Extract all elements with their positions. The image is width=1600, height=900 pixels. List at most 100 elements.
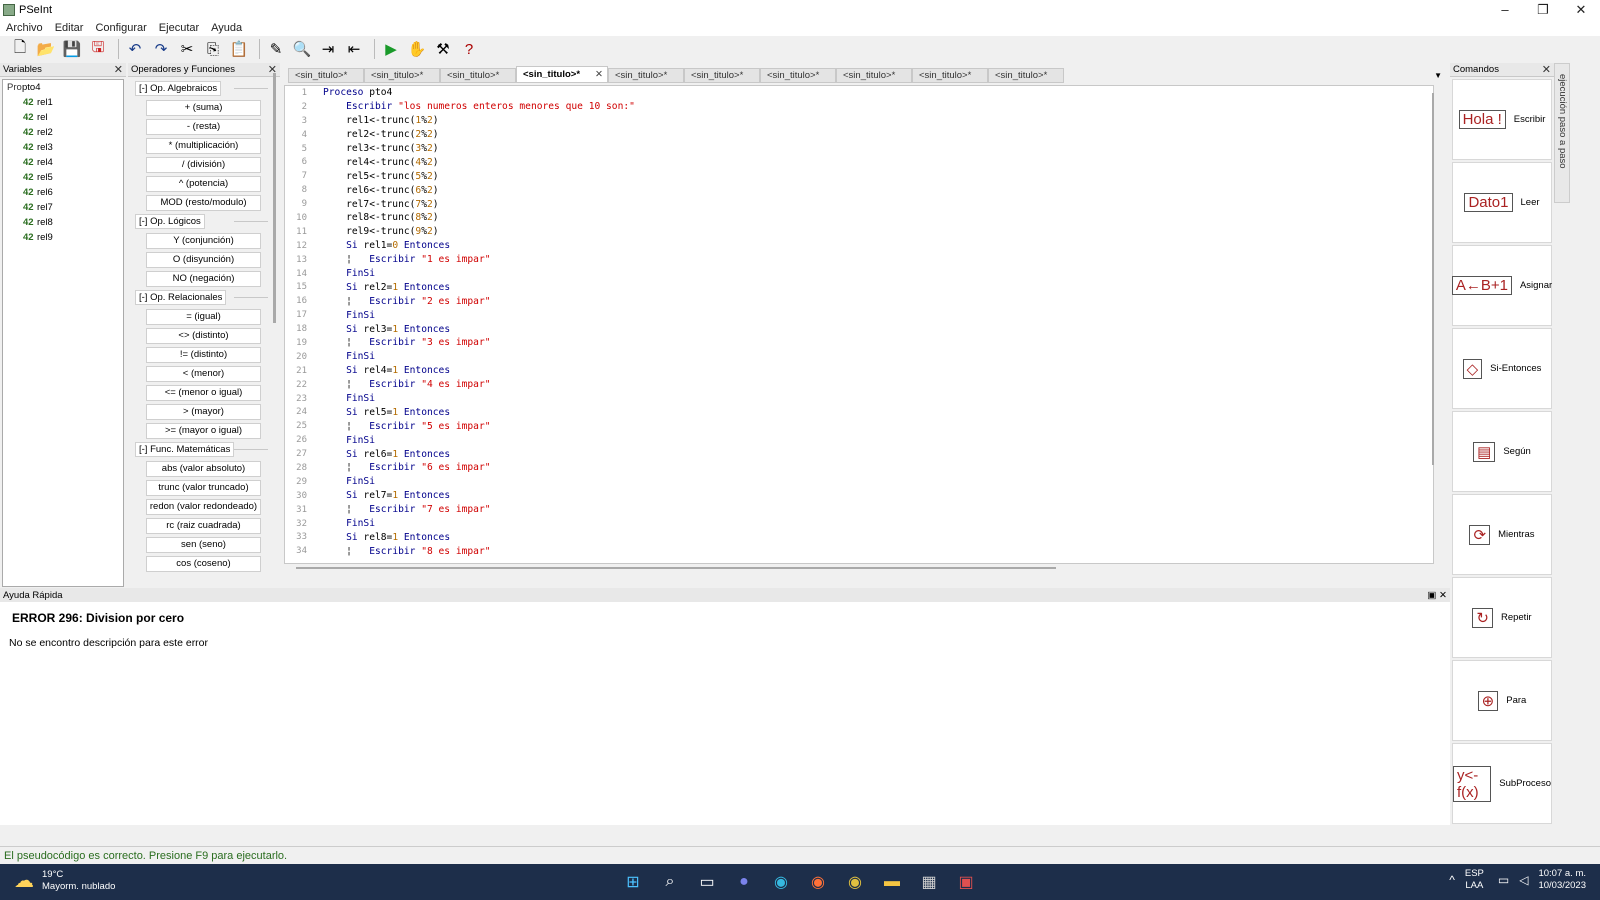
menu-ejecutar[interactable]: Ejecutar (153, 22, 205, 34)
indent-icon[interactable]: ⇥ (317, 38, 339, 60)
redo-icon[interactable]: ↷ (150, 38, 172, 60)
tab[interactable]: <sin_titulo>* (364, 68, 440, 83)
menu-configurar[interactable]: Configurar (89, 22, 152, 34)
search-icon[interactable]: ⌕ (657, 869, 683, 895)
operator-group-header[interactable]: [-] Op. Algebraicos (130, 79, 278, 98)
command-si-entonces[interactable]: ◇ Si-Entonces (1452, 328, 1552, 409)
operator-button[interactable]: Y (conjunción) (146, 232, 261, 249)
operator-button[interactable]: != (distinto) (146, 346, 261, 363)
operator-button[interactable]: redon (valor redondeado) (146, 498, 261, 515)
task-view-icon[interactable]: ▭ (694, 869, 720, 895)
variable-item[interactable]: 42 rel1 (3, 95, 123, 110)
minimize-button[interactable]: – (1486, 0, 1524, 19)
variable-item[interactable]: 42 rel8 (3, 215, 123, 230)
operator-button[interactable]: trunc (valor truncado) (146, 479, 261, 496)
operator-button[interactable]: ^ (potencia) (146, 175, 261, 192)
maximize-icon[interactable]: ▣ (1427, 590, 1436, 601)
operator-button[interactable]: <= (menor o igual) (146, 384, 261, 401)
operator-button[interactable]: * (multiplicación) (146, 137, 261, 154)
operator-button[interactable]: + (suma) (146, 99, 261, 116)
close-button[interactable]: ✕ (1562, 0, 1600, 19)
command-subproceso[interactable]: y<-f(x) SubProceso (1452, 743, 1552, 824)
close-icon[interactable]: ✕ (1542, 63, 1551, 76)
operator-button[interactable]: - (resta) (146, 118, 261, 135)
undo-icon[interactable]: ↶ (124, 38, 146, 60)
app-taskbar-icon[interactable]: ▣ (953, 869, 979, 895)
language-indicator[interactable]: ESP LAA (1465, 868, 1484, 892)
variable-root[interactable]: Pro pto4 (3, 80, 123, 95)
tab[interactable]: <sin_titulo>* (288, 68, 364, 83)
operator-button[interactable]: < (menor) (146, 365, 261, 382)
new-file-icon[interactable]: 🗋 (9, 38, 31, 60)
operator-button[interactable]: >= (mayor o igual) (146, 422, 261, 439)
operator-button[interactable]: <> (distinto) (146, 327, 261, 344)
operator-button[interactable]: cos (coseno) (146, 555, 261, 572)
editor-horizontal-scrollbar[interactable] (296, 567, 1056, 569)
windows-start-icon[interactable]: ⊞ (620, 869, 646, 895)
tab[interactable]: <sin_titulo>* (912, 68, 988, 83)
variable-item[interactable]: 42 rel3 (3, 140, 123, 155)
command-leer[interactable]: Dato1 Leer (1452, 162, 1552, 243)
chrome-icon[interactable]: ◉ (842, 869, 868, 895)
operator-button[interactable]: sen (seno) (146, 536, 261, 553)
operator-group-header[interactable]: [-] Op. Relacionales (130, 288, 278, 307)
firefox-icon[interactable]: ◉ (805, 869, 831, 895)
tab[interactable]: <sin_titulo>* (608, 68, 684, 83)
help-icon[interactable]: ? (458, 38, 480, 60)
tab[interactable]: <sin_titulo>* (440, 68, 516, 83)
pseint-taskbar-icon[interactable]: ▦ (916, 869, 942, 895)
open-file-icon[interactable]: 📂 (35, 38, 57, 60)
tab[interactable]: <sin_titulo>* (836, 68, 912, 83)
copy-icon[interactable]: ⎘ (202, 38, 224, 60)
edge-icon[interactable]: ◉ (768, 869, 794, 895)
menu-editar[interactable]: Editar (49, 22, 90, 34)
command-para[interactable]: ⊕ Para (1452, 660, 1552, 741)
operators-scrollbar[interactable] (273, 73, 276, 323)
command-repetir[interactable]: ↻ Repetir (1452, 577, 1552, 658)
close-icon[interactable]: ✕ (595, 69, 603, 80)
command-según[interactable]: ▤ Según (1452, 411, 1552, 492)
command-mientras[interactable]: ⟳ Mientras (1452, 494, 1552, 575)
menu-archivo[interactable]: Archivo (0, 22, 49, 34)
variable-item[interactable]: 42 rel9 (3, 230, 123, 245)
tab-dropdown-icon[interactable]: ▼ (1434, 71, 1442, 80)
tab[interactable]: <sin_titulo>* (760, 68, 836, 83)
operator-group-header[interactable]: [-] Op. Lógicos (130, 212, 278, 231)
variable-item[interactable]: 42 rel2 (3, 125, 123, 140)
volume-icon[interactable]: ◁ (1519, 873, 1528, 887)
operator-button[interactable]: > (mayor) (146, 403, 261, 420)
outdent-icon[interactable]: ⇤ (343, 38, 365, 60)
close-icon[interactable]: ✕ (114, 63, 123, 76)
search-icon[interactable]: 🔍 (291, 38, 313, 60)
variables-tree[interactable]: Pro pto4 42 rel1 42 rel 42 rel2 42 rel3 42 rel4 42 re… (2, 79, 124, 587)
step-icon[interactable]: ✋ (406, 38, 428, 60)
edit-flow-icon[interactable]: ✎ (265, 38, 287, 60)
command-asignar[interactable]: A←B+1 Asignar (1451, 245, 1552, 326)
teams-icon[interactable]: ● (731, 869, 757, 895)
tab-active[interactable]: <sin_titulo>* ✕ (516, 66, 608, 83)
operator-button[interactable]: rc (raiz cuadrada) (146, 517, 261, 534)
network-icon[interactable]: ▭ (1498, 873, 1509, 887)
operator-button[interactable]: MOD (resto/modulo) (146, 194, 261, 211)
draw-diagram-icon[interactable]: ⚒ (432, 38, 454, 60)
operator-button[interactable]: = (igual) (146, 308, 261, 325)
paste-icon[interactable]: 📋 (228, 38, 250, 60)
command-escribir[interactable]: Hola ! Escribir (1452, 79, 1552, 160)
close-icon[interactable]: ✕ (1439, 590, 1447, 601)
step-by-step-tab[interactable]: ejecución paso a paso (1554, 63, 1570, 203)
editor-vertical-scrollbar[interactable] (1432, 93, 1434, 465)
maximize-button[interactable]: ❐ (1524, 0, 1562, 19)
variable-item[interactable]: 42 rel (3, 110, 123, 125)
run-icon[interactable]: ▶ (380, 38, 402, 60)
clock[interactable]: 10:07 a. m. 10/03/2023 (1538, 868, 1586, 892)
weather-widget[interactable]: ☁ 19°C Mayorm. nublado (14, 868, 115, 893)
variable-item[interactable]: 42 rel6 (3, 185, 123, 200)
cut-icon[interactable]: ✂ (176, 38, 198, 60)
file-explorer-icon[interactable]: ▬ (879, 869, 905, 895)
operator-group-header[interactable]: [-] Func. Matemáticas (130, 440, 278, 459)
tab[interactable]: <sin_titulo>* (684, 68, 760, 83)
variable-item[interactable]: 42 rel7 (3, 200, 123, 215)
operator-button[interactable]: O (disyunción) (146, 251, 261, 268)
save-icon[interactable]: 💾 (61, 38, 83, 60)
operator-button[interactable]: NO (negación) (146, 270, 261, 287)
